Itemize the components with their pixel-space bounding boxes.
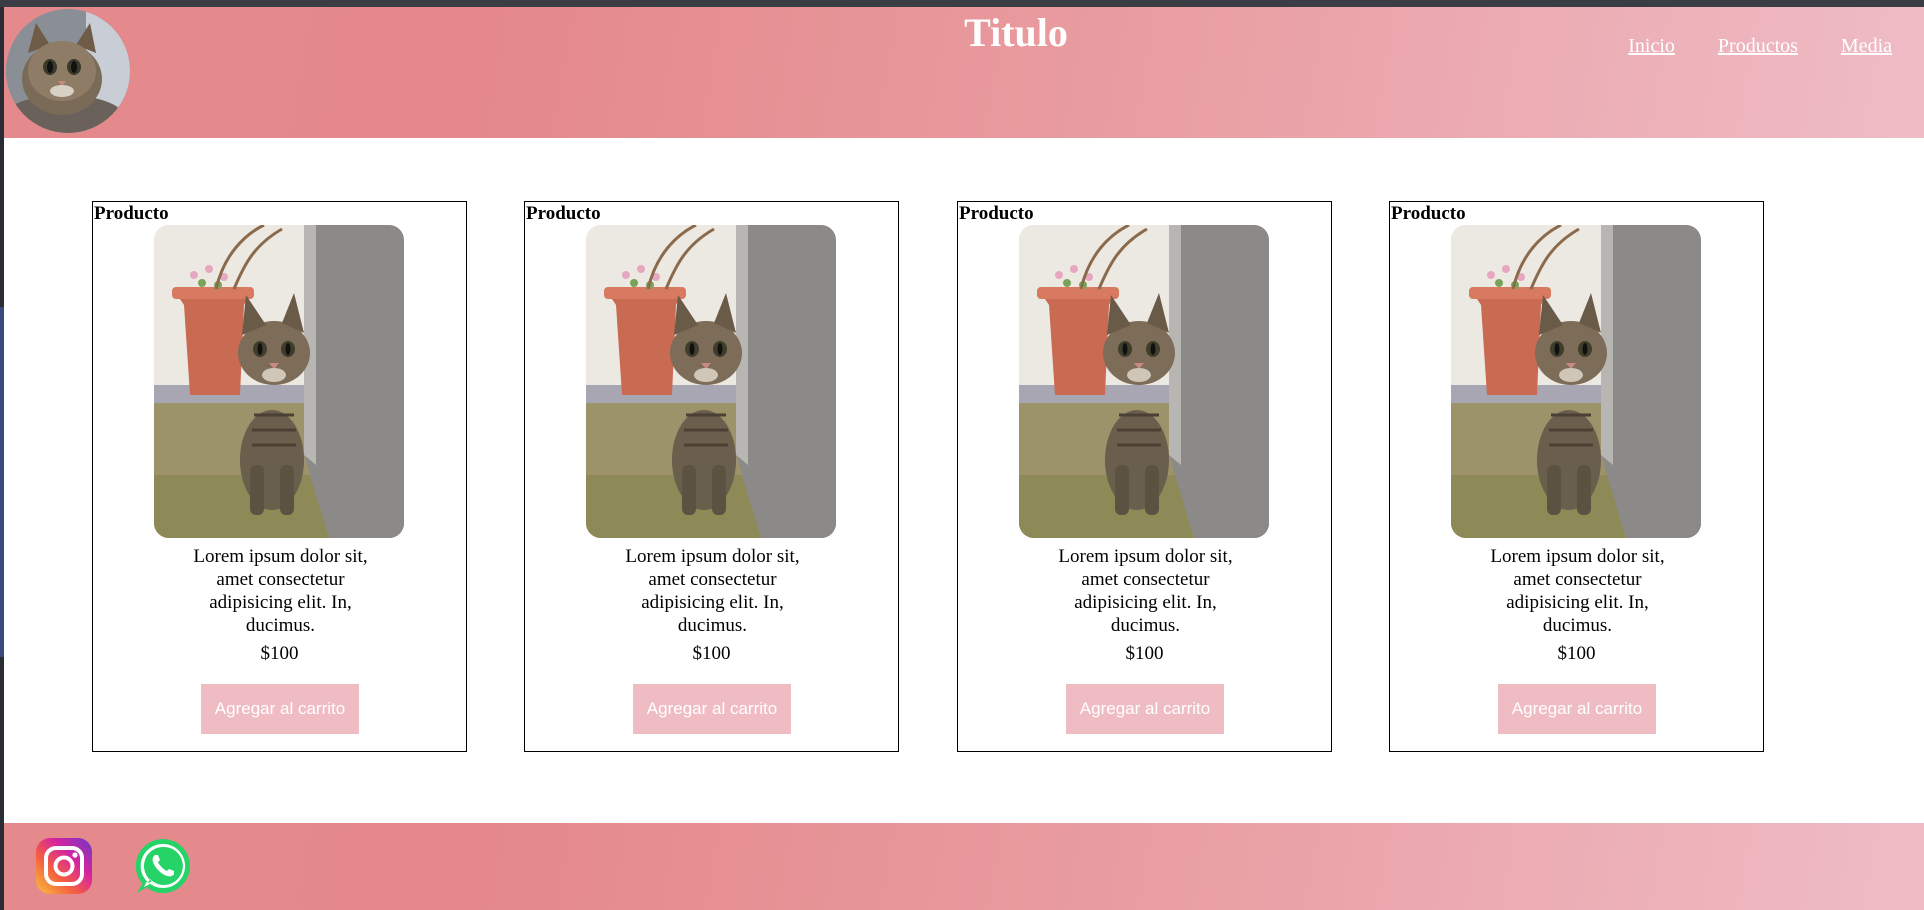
- nav-link-media[interactable]: Media: [1841, 35, 1892, 58]
- product-price: $100: [692, 643, 731, 664]
- whatsapp-icon[interactable]: [134, 837, 192, 895]
- add-to-cart-button[interactable]: Agregar al carrito: [1498, 684, 1656, 734]
- product-image: [586, 225, 836, 538]
- main-nav: Inicio Productos Media: [1628, 35, 1892, 58]
- product-card: Producto Lorem ipsum dolor sit, amet con…: [92, 201, 467, 752]
- product-description: Lorem ipsum dolor sit, amet consectetur …: [193, 546, 368, 636]
- site-header: Titulo Inicio Productos Media: [4, 7, 1924, 138]
- nav-link-productos[interactable]: Productos: [1718, 35, 1798, 58]
- window-left-edge: [0, 7, 4, 910]
- product-title: Producto: [1391, 203, 1466, 224]
- product-description: Lorem ipsum dolor sit, amet consectetur …: [1490, 546, 1665, 636]
- product-description: Lorem ipsum dolor sit, amet consectetur …: [625, 546, 800, 636]
- instagram-icon[interactable]: [35, 837, 93, 895]
- product-price: $100: [1125, 643, 1164, 664]
- site-footer: [4, 823, 1924, 910]
- product-description: Lorem ipsum dolor sit, amet consectetur …: [1058, 546, 1233, 636]
- product-image: [1451, 225, 1701, 538]
- add-to-cart-button[interactable]: Agregar al carrito: [633, 684, 791, 734]
- add-to-cart-button[interactable]: Agregar al carrito: [1066, 684, 1224, 734]
- product-card: Producto Lorem ipsum dolor sit, amet con…: [957, 201, 1332, 752]
- product-image: [154, 225, 404, 538]
- product-price: $100: [260, 643, 299, 664]
- window-top-bar: [0, 0, 1924, 7]
- product-card: Producto Lorem ipsum dolor sit, amet con…: [1389, 201, 1764, 752]
- add-to-cart-button[interactable]: Agregar al carrito: [201, 684, 359, 734]
- product-title: Producto: [94, 203, 169, 224]
- product-card: Producto Lorem ipsum dolor sit, amet con…: [524, 201, 899, 752]
- nav-link-inicio[interactable]: Inicio: [1628, 35, 1675, 58]
- product-price: $100: [1557, 643, 1596, 664]
- product-title: Producto: [959, 203, 1034, 224]
- product-image: [1019, 225, 1269, 538]
- product-title: Producto: [526, 203, 601, 224]
